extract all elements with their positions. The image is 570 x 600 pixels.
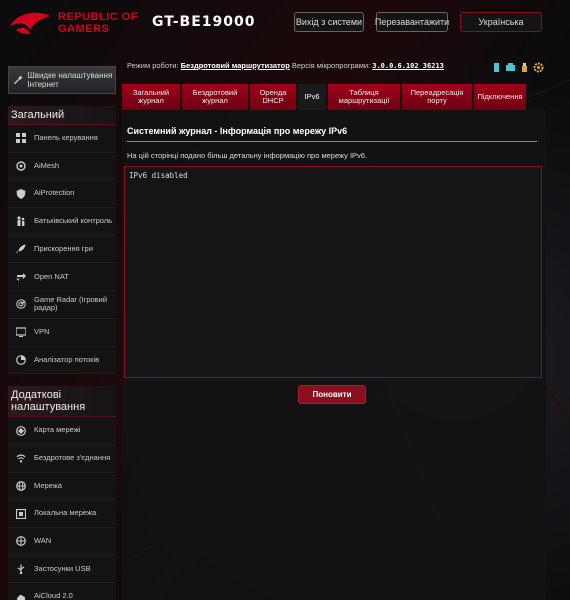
sidebar-item-label: Прискорення гри xyxy=(34,243,93,253)
sidebar-item-general-1[interactable]: AiMesh xyxy=(8,152,116,181)
aimesh-icon xyxy=(16,161,26,171)
sidebar-item-label: Бездротове з'єднання xyxy=(34,452,111,462)
refresh-button[interactable]: Поновити xyxy=(298,385,366,404)
quick-setup-button[interactable]: Швидке налаштування Інтернет xyxy=(8,66,116,94)
status-icons xyxy=(491,60,544,73)
header: REPUBLIC OF GAMERS GT-BE19000 Вихід з си… xyxy=(0,0,570,48)
vpn-icon xyxy=(16,327,26,338)
content-panel: Системний журнал - Інформація про мережу… xyxy=(122,110,546,600)
ipv6-log-textarea[interactable]: IPv6 disabled xyxy=(124,166,542,378)
sidebar: Швидке налаштування Інтернет Загальний П… xyxy=(8,66,116,600)
tab-4[interactable]: Таблиця маршрутизації xyxy=(328,84,400,110)
usb-icon xyxy=(17,564,25,574)
dashboard-icon xyxy=(16,133,26,144)
internet-status-icon[interactable] xyxy=(505,60,516,71)
settings-gear-icon[interactable] xyxy=(533,60,544,73)
network-map-icon xyxy=(16,425,26,436)
sidebar-item-label: VPN xyxy=(34,326,50,336)
wand-icon xyxy=(14,75,23,85)
logout-button[interactable]: Вихід з системи xyxy=(294,12,364,32)
advanced-section-title: Додаткові налаштування xyxy=(8,386,116,418)
sidebar-item-label: Застосунки USB xyxy=(34,563,91,573)
sidebar-item-general-3[interactable]: Батьківський контроль xyxy=(8,208,116,236)
sidebar-item-label: AiMesh xyxy=(34,160,60,170)
mode-prefix: Режим роботи: xyxy=(127,61,179,70)
rocket-icon xyxy=(16,244,26,254)
language-select[interactable]: Українська xyxy=(460,12,542,32)
firmware-prefix: Версія мікропрограми: xyxy=(291,61,371,70)
wifi-status-icon[interactable] xyxy=(491,60,502,72)
tab-5[interactable]: Переадресація порту xyxy=(402,84,472,110)
sidebar-item-general-4[interactable]: Прискорення гри xyxy=(8,235,116,264)
rog-eye-icon xyxy=(10,12,50,34)
sidebar-item-label: Open NAT xyxy=(34,271,69,281)
sidebar-item-general-6[interactable]: Game Radar (Ігровий радар) xyxy=(8,291,116,319)
operation-mode-link[interactable]: Бездротовий маршрутизатор xyxy=(181,61,290,70)
globe-icon xyxy=(16,481,26,491)
sidebar-item-label: Аналізатор потоків xyxy=(34,354,100,364)
advanced-menu: Карта мережі Бездротове з'єднання Мережа Ло… xyxy=(8,417,116,600)
sidebar-item-advanced-6[interactable]: AiCloud 2.0 xyxy=(8,583,116,600)
tab-3[interactable]: IPv6 xyxy=(298,84,326,110)
lan-icon xyxy=(16,508,26,519)
page-title: Системний журнал - Інформація про мережу… xyxy=(127,126,348,136)
log-tabs: Загальний журнал Бездротовий журнал Оренда… xyxy=(122,84,528,110)
reboot-button[interactable]: Перезавантажити xyxy=(375,12,449,32)
sidebar-item-advanced-0[interactable]: Карта мережі xyxy=(8,417,116,445)
cloud-icon xyxy=(16,594,26,600)
parental-icon xyxy=(17,216,25,227)
tab-6[interactable]: Підключення xyxy=(474,84,526,110)
sidebar-item-label: Батьківський контроль xyxy=(34,216,113,226)
sidebar-item-label: WAN xyxy=(34,536,52,546)
sidebar-item-label: Локальна мережа xyxy=(34,508,97,518)
sidebar-item-label: Панель керування xyxy=(34,133,98,143)
shield-icon xyxy=(16,188,26,199)
sidebar-item-label: Мережа xyxy=(34,480,62,490)
sidebar-item-general-0[interactable]: Панель керування xyxy=(8,125,116,153)
sidebar-item-advanced-1[interactable]: Бездротове з'єднання xyxy=(8,444,116,473)
wan-icon xyxy=(16,536,26,547)
quick-setup-label: Швидке налаштування Інтернет xyxy=(27,71,113,89)
brand-line-2: GAMERS xyxy=(58,23,110,35)
status-line: Режим роботи: Бездротовий маршрутизатор … xyxy=(127,61,444,70)
radar-icon xyxy=(16,299,26,310)
sidebar-item-advanced-3[interactable]: Локальна мережа xyxy=(8,500,116,528)
general-section-title: Загальний xyxy=(8,106,116,125)
nat-icon xyxy=(16,272,26,281)
sidebar-item-label: Карта мережі xyxy=(34,425,81,435)
wireless-icon xyxy=(16,454,26,463)
usb-status-icon[interactable] xyxy=(519,60,530,72)
sidebar-item-label: Game Radar (Ігровий радар) xyxy=(34,294,108,313)
model-name: GT-BE19000 xyxy=(152,14,256,30)
sidebar-item-advanced-5[interactable]: Застосунки USB xyxy=(8,555,116,584)
sidebar-item-advanced-2[interactable]: Мережа xyxy=(8,472,116,501)
page-description: На цій сторінці подано більш детальну ін… xyxy=(127,151,368,160)
title-divider xyxy=(127,141,537,142)
sidebar-item-advanced-4[interactable]: WAN xyxy=(8,527,116,556)
brand-line-1: REPUBLIC OF xyxy=(58,11,139,23)
tab-1[interactable]: Бездротовий журнал xyxy=(182,84,248,110)
tab-2[interactable]: Оренда DHCP xyxy=(250,84,296,110)
sidebar-item-general-7[interactable]: VPN xyxy=(8,318,116,347)
firmware-version-link[interactable]: 3.0.0.6.102_36213 xyxy=(372,62,444,70)
sidebar-item-general-5[interactable]: Open NAT xyxy=(8,263,116,292)
sidebar-item-general-2[interactable]: AiProtection xyxy=(8,180,116,209)
sidebar-item-general-8[interactable]: Аналізатор потоків xyxy=(8,346,116,375)
sidebar-item-label: AiCloud 2.0 xyxy=(34,591,73,600)
general-menu: Панель керування AiMesh AiProtection Батькі… xyxy=(8,125,116,375)
rog-logo[interactable]: REPUBLIC OF GAMERS xyxy=(8,8,138,38)
sidebar-item-label: AiProtection xyxy=(34,188,75,198)
tab-0[interactable]: Загальний журнал xyxy=(122,84,180,110)
traffic-icon xyxy=(16,354,26,365)
